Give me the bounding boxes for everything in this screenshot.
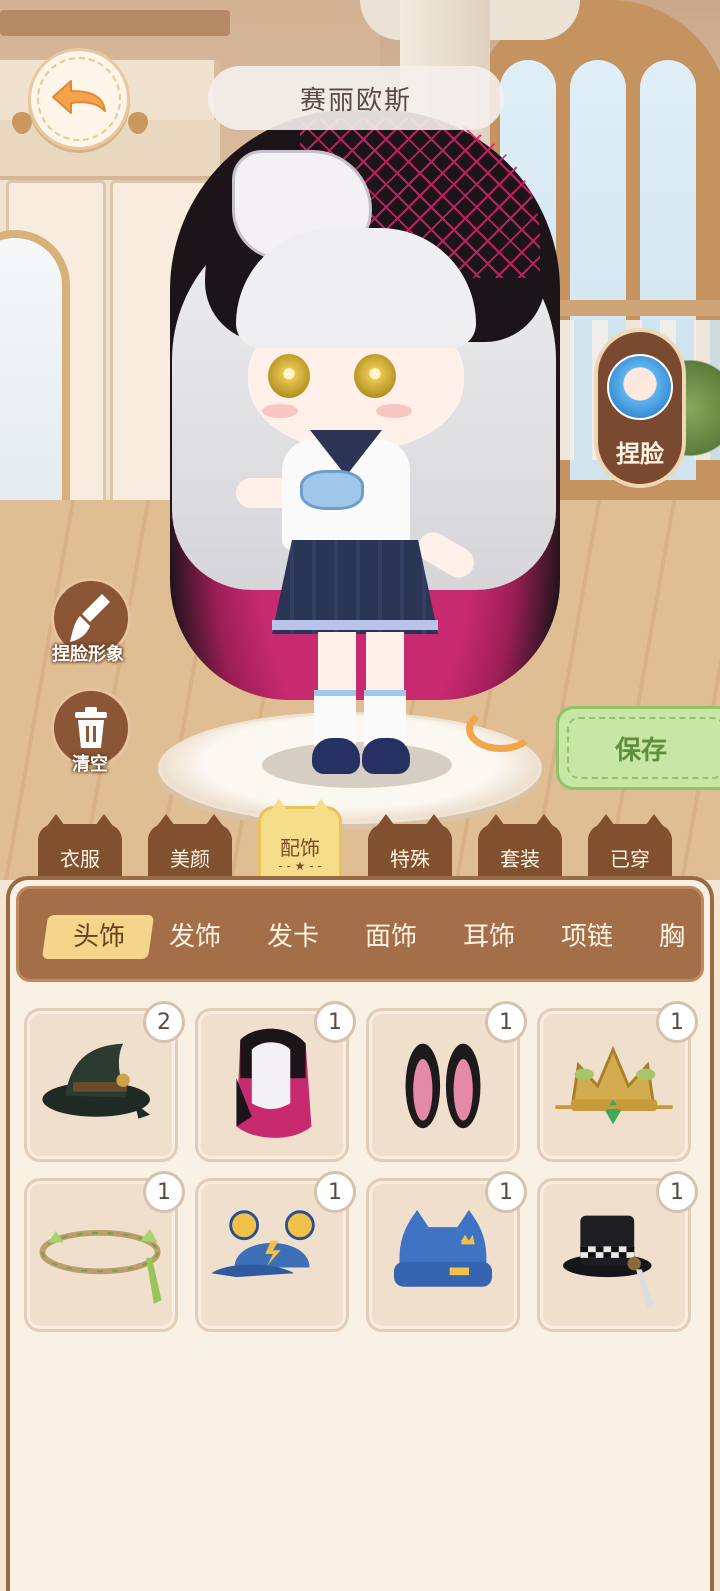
item-bunny-ears[interactable]: 1 — [366, 1001, 527, 1162]
blue-ribbon-bow — [300, 470, 364, 510]
item-top-hat[interactable]: 1 — [537, 1171, 698, 1332]
tab-star-icon: - - ★ - - — [278, 859, 322, 873]
item-count-badge: 1 — [314, 1001, 356, 1043]
tab-accessories[interactable]: 配饰 - - ★ - - — [258, 799, 342, 886]
item-count-badge: 1 — [314, 1171, 356, 1213]
item-count-badge: 1 — [485, 1171, 527, 1213]
subtab-face-accessory[interactable]: 面饰 — [365, 889, 417, 979]
item-count-badge: 1 — [143, 1171, 185, 1213]
item-bear-cap[interactable]: 1 — [195, 1171, 356, 1332]
brush-icon — [70, 594, 110, 642]
item-count-badge: 1 — [485, 1001, 527, 1043]
trash-icon — [75, 707, 107, 748]
right-eye — [354, 354, 396, 398]
item-count-badge: 2 — [143, 1001, 185, 1043]
pinch-face-label: 捏脸 — [616, 440, 664, 468]
category-tab-bar: 衣服 美颜 配饰 - - ★ - - 特殊 套装 已穿 — [0, 799, 720, 890]
chibi-avatar-icon — [607, 354, 673, 420]
wall-shelf — [0, 10, 230, 36]
item-cat-beanie[interactable]: 1 — [366, 1171, 527, 1332]
item-vine-wreath[interactable]: 1 — [24, 1171, 185, 1332]
subtab-hairpin[interactable]: 发卡 — [267, 889, 319, 979]
save-button[interactable]: 保存 — [556, 706, 720, 790]
save-label: 保存 — [615, 735, 668, 766]
clear-label: 清空 — [72, 754, 108, 775]
subtab-hair-accessory[interactable]: 发饰 — [169, 889, 221, 979]
left-eye — [268, 354, 310, 398]
item-count-badge: 1 — [656, 1001, 698, 1043]
item-golden-crown[interactable]: 1 — [537, 1001, 698, 1162]
character-name-box: 赛丽欧斯 — [208, 66, 504, 130]
item-witch-hat[interactable]: 2 — [24, 1001, 185, 1162]
pinch-appearance-label: 捏脸形象 — [52, 644, 124, 665]
subtab-bar: 头饰 发饰 发卡 面饰 耳饰 项链 胸 — [16, 886, 704, 982]
item-count-badge: 1 — [656, 1171, 698, 1213]
back-arrow-icon — [52, 80, 106, 114]
rotate-arrow-icon[interactable] — [466, 706, 536, 752]
subtab-chest[interactable]: 胸 — [659, 889, 685, 979]
subtab-necklace[interactable]: 项链 — [561, 889, 613, 979]
subtab-headwear[interactable]: 头饰 — [73, 889, 125, 979]
pinch-face-button[interactable]: 捏脸 — [594, 328, 686, 488]
subtab-earrings[interactable]: 耳饰 — [463, 889, 515, 979]
item-panel: 头饰 发饰 发卡 面饰 耳饰 项链 胸 2 1 1 1 1 1 1 1 — [6, 876, 714, 1591]
back-button[interactable] — [28, 48, 130, 150]
item-black-veil[interactable]: 1 — [195, 1001, 356, 1162]
character-name: 赛丽欧斯 — [299, 85, 412, 116]
